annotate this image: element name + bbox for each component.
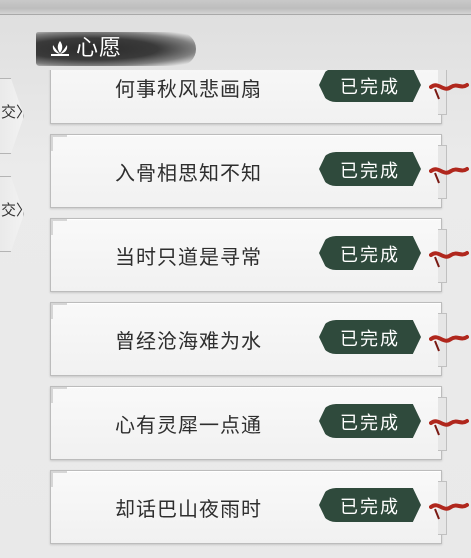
lotus-icon	[48, 37, 72, 61]
status-badge: 已完成	[319, 488, 421, 522]
card-corner-ornament	[51, 135, 67, 151]
status-label: 已完成	[340, 497, 400, 518]
wish-header: 心愿	[36, 30, 196, 68]
red-ribbon-icon	[429, 83, 469, 100]
wish-text: 入骨相思知不知	[115, 161, 262, 185]
card-corner-ornament	[51, 303, 67, 319]
red-ribbon-icon	[429, 503, 469, 520]
side-tab-label: 交〉	[1, 103, 32, 121]
wish-text: 何事秋风悲画扇	[115, 77, 262, 101]
wish-text: 曾经沧海难为水	[115, 329, 262, 353]
red-ribbon-icon	[429, 335, 469, 352]
red-ribbon-icon	[429, 167, 469, 184]
red-ribbon-icon	[429, 419, 469, 436]
wish-card[interactable]: 何事秋风悲画扇 已完成	[50, 70, 469, 124]
status-label: 已完成	[340, 245, 400, 266]
card-corner-ornament	[51, 471, 67, 487]
wish-card[interactable]: 心有灵犀一点通 已完成	[50, 386, 469, 460]
status-label: 已完成	[340, 413, 400, 434]
card-corner-ornament	[51, 387, 67, 403]
status-label: 已完成	[340, 329, 400, 350]
wish-text: 心有灵犀一点通	[115, 413, 262, 437]
side-tab-label: 交〉	[1, 201, 32, 219]
red-ribbon-icon	[429, 251, 469, 268]
page-title: 心愿	[76, 36, 123, 61]
wish-card[interactable]: 却话巴山夜雨时 已完成	[50, 470, 469, 544]
wish-card[interactable]: 当时只道是寻常 已完成	[50, 218, 469, 292]
status-badge: 已完成	[319, 320, 421, 354]
side-tab-2[interactable]: 交〉	[0, 176, 24, 252]
status-label: 已完成	[340, 161, 400, 182]
status-badge: 已完成	[319, 70, 421, 102]
status-badge: 已完成	[319, 152, 421, 186]
wish-card[interactable]: 入骨相思知不知 已完成	[50, 134, 469, 208]
wish-list[interactable]: 何事秋风悲画扇 已完成 入骨相思知不知 已完成 当时只道是寻常 已完成 曾经沧海…	[46, 70, 471, 558]
status-badge: 已完成	[319, 404, 421, 438]
wish-card[interactable]: 曾经沧海难为水 已完成	[50, 302, 469, 376]
wish-text: 当时只道是寻常	[115, 245, 262, 269]
status-badge: 已完成	[319, 236, 421, 270]
side-tab-1[interactable]: 交〉	[0, 78, 24, 154]
card-corner-ornament	[51, 219, 67, 235]
status-label: 已完成	[340, 77, 400, 98]
top-border-strip	[0, 0, 471, 15]
wish-text: 却话巴山夜雨时	[115, 497, 262, 521]
